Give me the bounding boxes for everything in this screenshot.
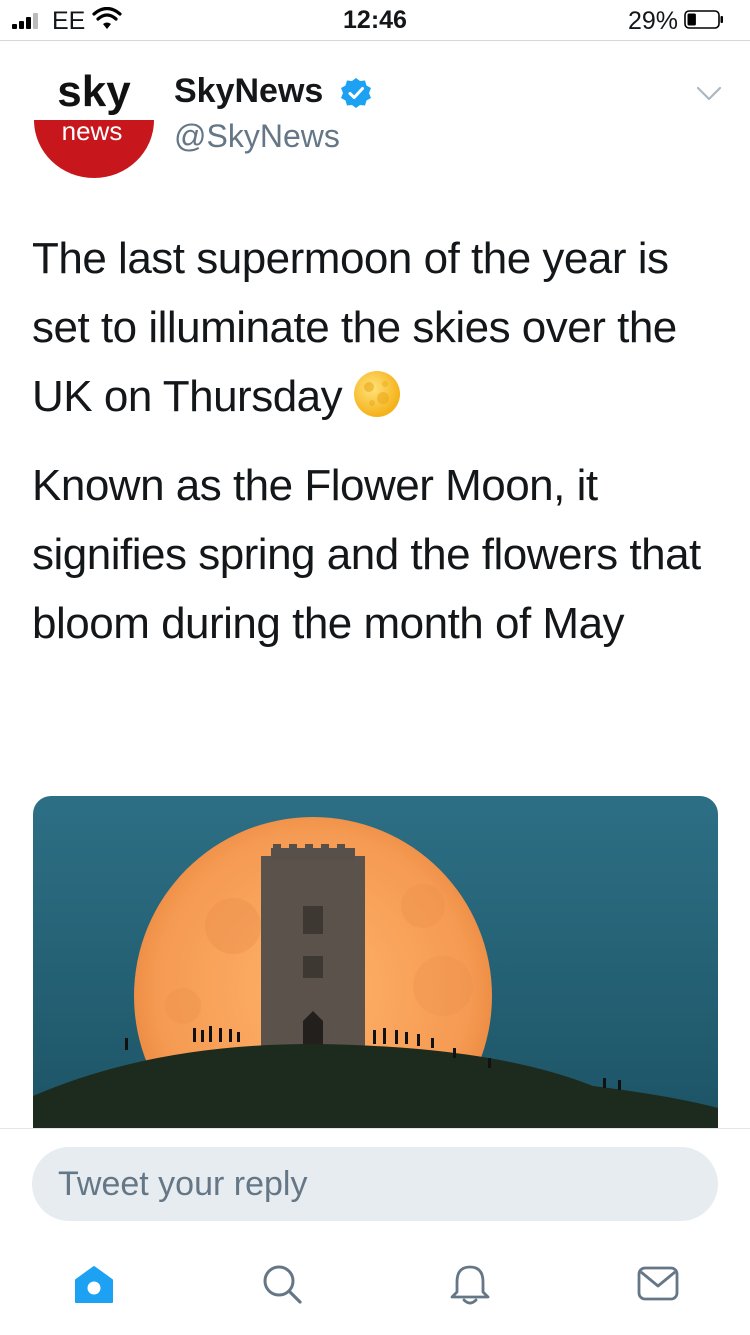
home-icon[interactable] <box>72 1262 116 1306</box>
reply-input[interactable] <box>32 1147 718 1221</box>
search-icon[interactable] <box>260 1262 304 1306</box>
avatar-sky-text: sky <box>57 67 131 116</box>
avatar[interactable]: sky news <box>32 60 156 180</box>
tweet-paragraph-1: The last supermoon of the year is set to… <box>32 224 722 431</box>
notifications-icon[interactable] <box>448 1262 492 1306</box>
status-bar: EE 12:46 29% <box>0 0 750 41</box>
tweet-body: The last supermoon of the year is set to… <box>32 224 722 658</box>
avatar-news-text: news <box>62 116 123 146</box>
tweet-paragraph-2: Known as the Flower Moon, it signifies s… <box>32 461 701 648</box>
full-moon-emoji-icon <box>354 371 401 417</box>
tweet-photo[interactable] <box>33 796 718 1128</box>
battery-percentage: 29% <box>627 7 678 35</box>
messages-icon[interactable] <box>636 1262 680 1306</box>
verified-badge-icon <box>341 78 371 108</box>
user-display-name[interactable]: SkyNews <box>174 72 323 111</box>
battery-icon <box>684 10 723 29</box>
chevron-down-icon[interactable] <box>696 85 722 103</box>
user-handle[interactable]: @SkyNews <box>174 118 340 155</box>
